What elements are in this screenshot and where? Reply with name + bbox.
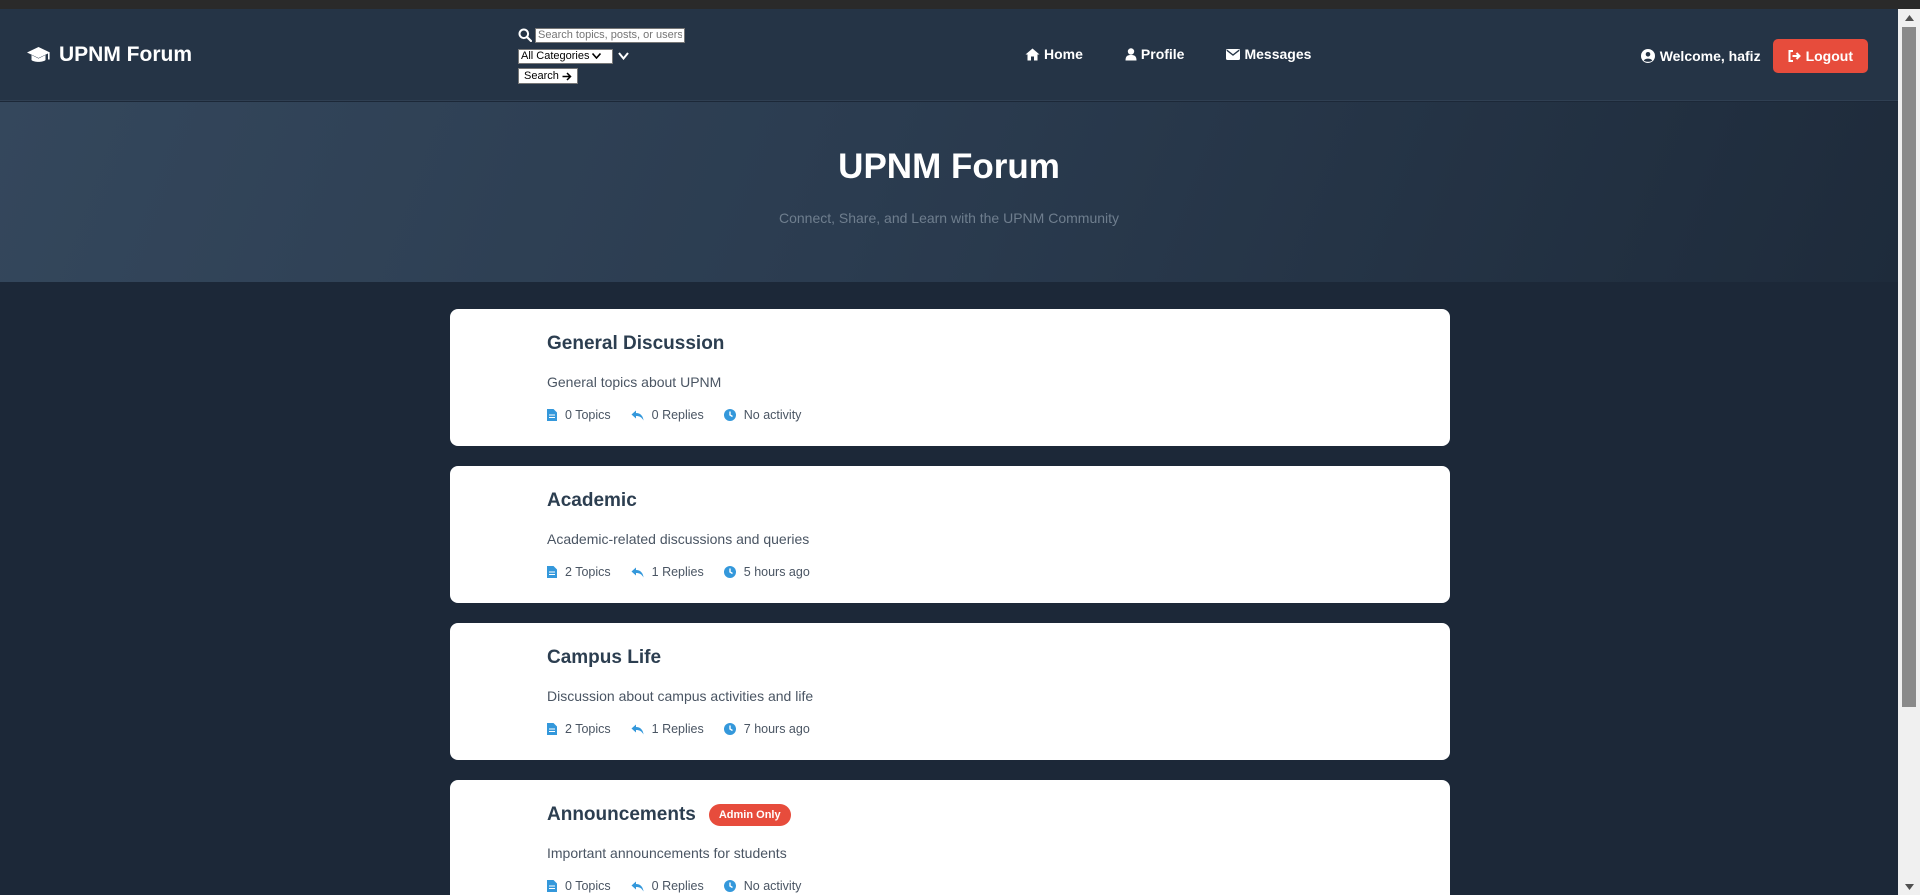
- activity-label: 7 hours ago: [743, 722, 810, 736]
- hero-banner: UPNM Forum Connect, Share, and Learn wit…: [0, 102, 1898, 282]
- last-activity: 7 hours ago: [723, 722, 810, 736]
- navbar: UPNM Forum All Categories Search Home: [0, 9, 1898, 101]
- topics-count: 2 Topics: [547, 565, 611, 579]
- brand-logo[interactable]: UPNM Forum: [26, 43, 192, 67]
- welcome-label: Welcome, hafiz: [1659, 48, 1761, 64]
- brand-title: UPNM Forum: [59, 43, 192, 66]
- category-stats: 0 Topics 0 Replies No activity: [547, 879, 801, 893]
- category-stats: 2 Topics 1 Replies 7 hours ago: [547, 722, 810, 736]
- user-icon: [1125, 47, 1137, 60]
- last-activity: 5 hours ago: [723, 565, 810, 579]
- category-description: Important announcements for students: [547, 845, 787, 861]
- topics-count: 0 Topics: [547, 408, 611, 422]
- replies-count: 0 Replies: [631, 879, 704, 893]
- replies-label: 1 Replies: [651, 565, 704, 579]
- envelope-icon: [1226, 48, 1241, 60]
- main-nav: Home Profile Messages: [1025, 46, 1353, 62]
- scroll-up-arrow-icon[interactable]: [1898, 9, 1920, 26]
- search-form: All Categories Search: [518, 26, 685, 84]
- activity-label: No activity: [743, 879, 802, 893]
- category-card[interactable]: Academic Academic-related discussions an…: [450, 466, 1450, 603]
- nav-messages[interactable]: Messages: [1226, 46, 1311, 62]
- reply-icon: [631, 724, 644, 734]
- last-activity: No activity: [723, 408, 802, 422]
- clock-icon: [723, 880, 736, 892]
- category-title[interactable]: General Discussion: [547, 333, 724, 355]
- activity-label: 5 hours ago: [743, 565, 810, 579]
- logout-label: Logout: [1805, 48, 1853, 64]
- topics-label: 2 Topics: [565, 565, 611, 579]
- category-title[interactable]: Academic: [547, 490, 637, 512]
- topics-count: 0 Topics: [547, 879, 611, 893]
- search-icon: [518, 28, 532, 42]
- category-select-value: All Categories: [521, 50, 590, 62]
- clock-icon: [723, 566, 736, 578]
- file-icon: [547, 566, 557, 578]
- reply-icon: [631, 881, 644, 891]
- nav-profile[interactable]: Profile: [1125, 46, 1185, 62]
- nav-home-label: Home: [1044, 46, 1083, 62]
- category-description: Discussion about campus activities and l…: [547, 688, 814, 704]
- category-card[interactable]: General Discussion General topics about …: [450, 309, 1450, 446]
- file-icon: [547, 880, 557, 892]
- replies-label: 0 Replies: [651, 408, 704, 422]
- search-button-label: Search: [524, 70, 559, 82]
- replies-label: 0 Replies: [651, 879, 704, 893]
- user-area: Welcome, hafiz Logout: [1640, 39, 1868, 73]
- graduation-cap-icon: [27, 47, 50, 62]
- hero-title: UPNM Forum: [838, 147, 1060, 186]
- replies-count: 1 Replies: [631, 565, 704, 579]
- activity-label: No activity: [743, 408, 802, 422]
- topics-count: 2 Topics: [547, 722, 611, 736]
- topics-label: 0 Topics: [565, 879, 611, 893]
- topics-label: 2 Topics: [565, 722, 611, 736]
- user-circle-icon: [1640, 49, 1655, 63]
- last-activity: No activity: [723, 879, 802, 893]
- category-list: General Discussion General topics about …: [450, 309, 1450, 895]
- reply-icon: [631, 410, 644, 420]
- arrow-right-icon: [562, 71, 572, 81]
- search-input[interactable]: [535, 27, 685, 43]
- search-button[interactable]: Search: [518, 68, 578, 84]
- logout-button[interactable]: Logout: [1772, 39, 1868, 73]
- category-stats: 0 Topics 0 Replies No activity: [547, 408, 801, 422]
- admin-only-badge: Admin Only: [708, 804, 791, 826]
- category-description: General topics about UPNM: [547, 374, 722, 390]
- select-arrow-icon: [592, 53, 602, 59]
- category-stats: 2 Topics 1 Replies 5 hours ago: [547, 565, 810, 579]
- file-icon: [547, 723, 557, 735]
- reply-icon: [631, 567, 644, 577]
- nav-home[interactable]: Home: [1025, 46, 1083, 62]
- replies-label: 1 Replies: [651, 722, 704, 736]
- scroll-down-arrow-icon[interactable]: [1898, 878, 1920, 895]
- hero-subtitle: Connect, Share, and Learn with the UPNM …: [778, 210, 1120, 226]
- home-icon: [1025, 48, 1040, 60]
- replies-count: 0 Replies: [631, 408, 704, 422]
- category-card[interactable]: Campus Life Discussion about campus acti…: [450, 623, 1450, 760]
- category-title[interactable]: Announcements: [547, 804, 696, 826]
- category-card[interactable]: Announcements Admin Only Important annou…: [450, 780, 1450, 895]
- topics-label: 0 Topics: [565, 408, 611, 422]
- clock-icon: [723, 409, 736, 421]
- category-description: Academic-related discussions and queries: [547, 531, 810, 547]
- clock-icon: [723, 723, 736, 735]
- sign-out-icon: [1788, 50, 1801, 62]
- category-select[interactable]: All Categories: [518, 48, 613, 64]
- vertical-scrollbar[interactable]: [1898, 9, 1920, 895]
- file-icon: [547, 409, 557, 421]
- category-title[interactable]: Campus Life: [547, 647, 661, 669]
- welcome-text: Welcome, hafiz: [1640, 48, 1761, 64]
- replies-count: 1 Replies: [631, 722, 704, 736]
- nav-messages-label: Messages: [1244, 46, 1312, 62]
- scrollbar-thumb[interactable]: [1902, 27, 1916, 707]
- nav-profile-label: Profile: [1140, 46, 1185, 62]
- browser-top-strip: [0, 0, 1920, 9]
- chevron-down-icon[interactable]: [618, 52, 629, 60]
